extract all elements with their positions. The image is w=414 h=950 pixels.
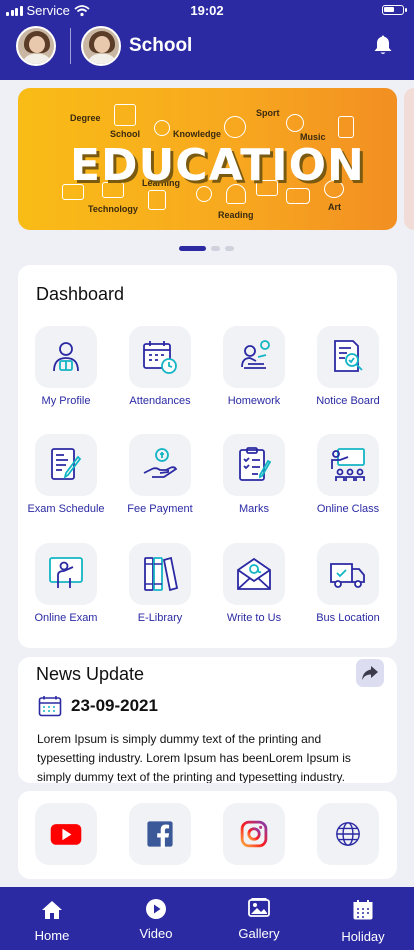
notice-board-icon <box>334 340 363 372</box>
carousel-dot[interactable] <box>225 246 234 251</box>
page-title: School <box>129 35 193 56</box>
dashboard-title: Dashboard <box>36 284 125 304</box>
tile-label: Notice Board <box>316 395 380 407</box>
paper-doodle <box>338 116 354 138</box>
banner-tag-technology: Technology <box>88 204 138 214</box>
tile-label: Homework <box>227 395 281 407</box>
tile-write-to-us[interactable]: Write to Us <box>207 543 301 643</box>
school-avatar[interactable] <box>81 26 121 66</box>
app-header: Service 19:02 School <box>0 0 414 80</box>
tile-homework[interactable]: Homework <box>207 326 301 426</box>
delivery-truck-icon <box>330 563 365 588</box>
fee-payment-icon <box>143 448 178 478</box>
tile-online-exam[interactable]: Online Exam <box>19 543 113 643</box>
instagram-link[interactable] <box>207 791 301 891</box>
school-building-doodle <box>114 104 136 126</box>
carousel-dot[interactable] <box>211 246 220 251</box>
dashboard-card: Dashboard My Profile Attendances Homewor… <box>18 265 397 648</box>
apple-doodle <box>154 120 170 136</box>
tile-my-profile[interactable]: My Profile <box>19 326 113 426</box>
next-banner-peek[interactable] <box>404 88 414 230</box>
books-icon <box>144 556 179 592</box>
header-divider <box>70 28 71 64</box>
share-icon <box>362 666 378 680</box>
tile-online-class[interactable]: Online Class <box>301 434 395 534</box>
book-doodle <box>148 190 166 210</box>
news-date: 23-09-2021 <box>71 696 158 715</box>
tile-label: Marks <box>239 503 269 515</box>
tile-label: Attendances <box>129 395 191 407</box>
email-icon <box>237 557 271 590</box>
youtube-icon <box>50 824 82 845</box>
tile-notice-board[interactable]: Notice Board <box>301 326 395 426</box>
bell-icon[interactable] <box>373 34 393 56</box>
gallery-icon <box>248 898 270 917</box>
banner-tag-sport: Sport <box>256 108 280 118</box>
education-banner[interactable]: Degree School Knowledge Sport Music Lear… <box>18 88 397 230</box>
news-body: Lorem Ipsum is simply dummy text of the … <box>37 732 351 783</box>
tile-label: Exam Schedule <box>27 503 105 515</box>
banner-headline: EDUCATION <box>70 140 365 191</box>
banner-tag-school: School <box>110 129 141 139</box>
tile-fee-payment[interactable]: Fee Payment <box>113 434 207 534</box>
question-doodle <box>224 116 246 138</box>
globe-icon <box>336 822 360 846</box>
website-link[interactable] <box>301 791 395 891</box>
tile-label: Bus Location <box>316 612 380 624</box>
battery-icon <box>382 5 407 15</box>
banner-tag-knowledge: Knowledge <box>173 129 222 139</box>
play-icon <box>146 899 166 919</box>
homework-icon <box>241 340 270 369</box>
news-date-row: 23-09-2021 <box>38 695 158 717</box>
nav-home[interactable]: Home <box>12 887 92 950</box>
carousel-dot-active[interactable] <box>179 246 206 251</box>
tile-label: Online Exam <box>34 612 98 624</box>
youtube-link[interactable] <box>19 791 113 891</box>
tile-marks[interactable]: Marks <box>207 434 301 534</box>
marks-icon <box>239 447 272 481</box>
tile-label: Write to Us <box>226 612 282 624</box>
carousel-indicator <box>179 246 234 251</box>
nav-label: Holiday <box>341 929 385 944</box>
user-avatar[interactable] <box>16 26 56 66</box>
nav-gallery[interactable]: Gallery <box>219 887 299 950</box>
facebook-link[interactable] <box>113 791 207 891</box>
news-title: News Update <box>36 664 145 684</box>
home-icon <box>42 901 62 919</box>
tile-exam-schedule[interactable]: Exam Schedule <box>19 434 113 534</box>
facebook-icon <box>147 821 173 848</box>
online-exam-icon <box>49 557 83 588</box>
nav-label: Video <box>139 926 173 941</box>
social-card <box>18 791 397 879</box>
nav-label: Home <box>34 928 70 943</box>
news-card: News Update 23-09-2021 Lorem Ipsum is si… <box>18 657 397 783</box>
bottom-navigation: Home Video Gallery Holiday <box>0 887 414 950</box>
exam-schedule-icon <box>51 448 82 480</box>
calendar-icon <box>353 900 373 920</box>
tile-e-library[interactable]: E-Library <box>113 543 207 643</box>
ball-doodle <box>286 114 304 132</box>
instagram-icon <box>240 820 268 848</box>
tile-bus-location[interactable]: Bus Location <box>301 543 395 643</box>
banner-tag-reading: Reading <box>218 210 254 220</box>
tile-label: My Profile <box>41 395 91 407</box>
calendar-clock-icon <box>143 341 177 374</box>
nav-video[interactable]: Video <box>116 887 196 950</box>
profile-icon <box>53 342 79 372</box>
tile-attendances[interactable]: Attendances <box>113 326 207 426</box>
status-time: 19:02 <box>190 3 224 18</box>
nav-label: Gallery <box>238 926 280 941</box>
calendar-icon <box>38 696 62 717</box>
tile-label: Online Class <box>316 503 380 515</box>
banner-tag-degree: Degree <box>70 113 101 123</box>
share-button[interactable] <box>356 659 384 687</box>
banner-tag-art: Art <box>328 202 341 212</box>
tile-label: E-Library <box>137 612 183 624</box>
status-bar: Service 19:02 <box>0 0 414 20</box>
nav-holiday[interactable]: Holiday <box>323 887 403 950</box>
online-class-icon <box>331 448 365 481</box>
tile-label: Fee Payment <box>127 503 193 515</box>
